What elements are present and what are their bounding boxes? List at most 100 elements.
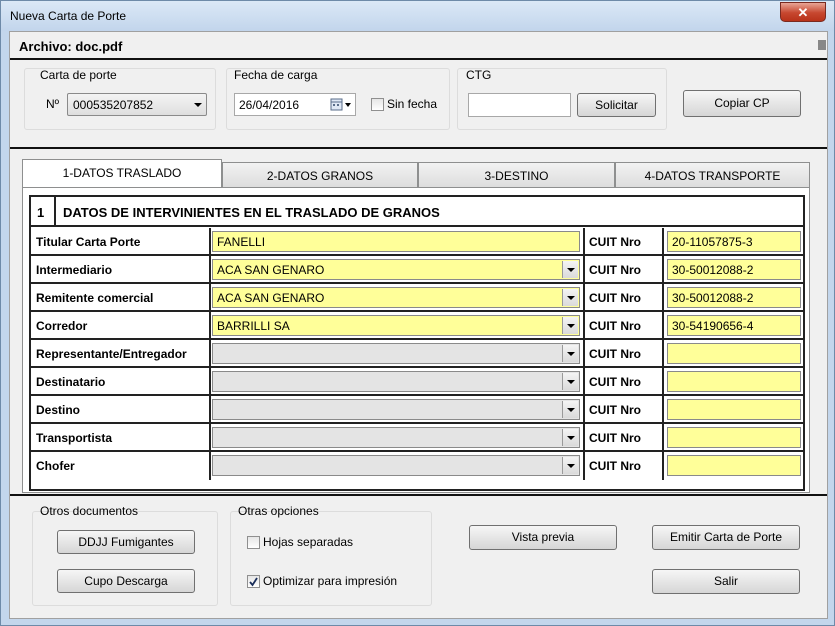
- column-divider: [583, 256, 585, 284]
- carta-porte-number-dropdown[interactable]: 000535207852: [67, 93, 207, 116]
- solicitar-button[interactable]: Solicitar: [577, 93, 656, 117]
- chevron-down-icon: [194, 103, 202, 107]
- row-label: Intermediario: [36, 263, 113, 277]
- titular-input[interactable]: FANELLI: [212, 231, 580, 252]
- row-label: Corredor: [36, 319, 88, 333]
- bottom-divider: [10, 494, 827, 496]
- main-window: Nueva Carta de Porte ✕ Archivo: doc.pdf …: [0, 0, 835, 626]
- fecha-de-carga-value: 26/04/2016: [239, 98, 300, 112]
- column-divider: [662, 452, 664, 480]
- copiar-cp-button[interactable]: Copiar CP: [683, 90, 801, 117]
- cuit-label: CUIT Nro: [589, 347, 641, 361]
- dropdown-button[interactable]: [562, 401, 578, 418]
- archivo-label: Archivo: doc.pdf: [19, 39, 123, 54]
- chevron-down-icon: [567, 408, 575, 412]
- interviniente-dropdown[interactable]: ACA SAN GENARO: [212, 259, 580, 280]
- column-divider: [209, 312, 211, 340]
- cuit-value: 30-50012088-2: [672, 263, 754, 277]
- row-label: Titular Carta Porte: [36, 235, 141, 249]
- cuit-input[interactable]: [667, 343, 801, 364]
- row-label: Destino: [36, 403, 81, 417]
- tab-datos-traslado[interactable]: 1-DATOS TRASLADO: [22, 159, 222, 188]
- column-divider: [662, 368, 664, 396]
- dropdown-button[interactable]: [562, 373, 578, 390]
- chevron-down-icon: [567, 296, 575, 300]
- column-divider: [662, 340, 664, 368]
- emitir-carta-de-porte-button[interactable]: Emitir Carta de Porte: [652, 525, 800, 550]
- dropdown-button[interactable]: [562, 429, 578, 446]
- column-divider: [209, 340, 211, 368]
- column-divider: [583, 452, 585, 480]
- ctg-group-label: CTG: [466, 68, 492, 82]
- column-divider: [209, 452, 211, 480]
- intervinientes-grid: 1 DATOS DE INTERVINIENTES EN EL TRASLADO…: [29, 195, 805, 491]
- interviniente-value: FANELLI: [217, 235, 266, 249]
- chevron-down-icon: [567, 380, 575, 384]
- row-label: Representante/Entregador: [36, 347, 187, 361]
- interviniente-dropdown[interactable]: [212, 455, 580, 476]
- dropdown-button[interactable]: [562, 345, 578, 362]
- otros-documentos-label: Otros documentos: [40, 504, 139, 518]
- dropdown-button[interactable]: [562, 289, 578, 306]
- section-number: 1: [37, 205, 45, 220]
- hojas-separadas-checkbox[interactable]: [247, 536, 260, 549]
- chevron-down-icon: [567, 324, 575, 328]
- interviniente-row: Representante/Entregador CUIT Nro: [31, 340, 803, 368]
- title-bar[interactable]: Nueva Carta de Porte ✕: [1, 1, 834, 31]
- tab-destino[interactable]: 3-DESTINO: [418, 162, 615, 189]
- section-header: 1 DATOS DE INTERVINIENTES EN EL TRASLADO…: [31, 197, 803, 227]
- sin-fecha-label: Sin fecha: [387, 97, 438, 111]
- cuit-input[interactable]: [667, 427, 801, 448]
- cuit-label: CUIT Nro: [589, 431, 641, 445]
- interviniente-value: ACA SAN GENARO: [217, 291, 325, 305]
- tab-datos-transporte[interactable]: 4-DATOS TRANSPORTE: [615, 162, 810, 189]
- optimizar-impresion-label: Optimizar para impresión: [263, 574, 398, 588]
- interviniente-row: Transportista CUIT Nro: [31, 424, 803, 452]
- column-divider: [662, 256, 664, 284]
- cuit-input[interactable]: [667, 371, 801, 392]
- optimizar-impresion-checkbox[interactable]: [247, 575, 260, 588]
- interviniente-value: ACA SAN GENARO: [217, 263, 325, 277]
- ctg-input[interactable]: [468, 93, 571, 117]
- cuit-input[interactable]: 30-50012088-2: [667, 287, 801, 308]
- tab-datos-granos[interactable]: 2-DATOS GRANOS: [222, 162, 418, 189]
- ddjj-fumigantes-button[interactable]: DDJJ Fumigantes: [57, 530, 195, 554]
- close-button[interactable]: ✕: [780, 2, 826, 22]
- cuit-input[interactable]: [667, 399, 801, 420]
- interviniente-row: Intermediario ACA SAN GENARO CUIT Nro 30-50…: [31, 256, 803, 284]
- row-label: Remitente comercial: [36, 291, 154, 305]
- interviniente-dropdown[interactable]: BARRILLI SA: [212, 315, 580, 336]
- fecha-de-carga-picker[interactable]: 26/04/2016: [234, 93, 356, 116]
- cupo-descarga-button[interactable]: Cupo Descarga: [57, 569, 195, 593]
- interviniente-dropdown[interactable]: [212, 399, 580, 420]
- vista-previa-button[interactable]: Vista previa: [469, 525, 617, 550]
- column-divider: [662, 312, 664, 340]
- cuit-input[interactable]: 30-54190656-4: [667, 315, 801, 336]
- column-divider: [209, 256, 211, 284]
- chevron-down-icon: [567, 464, 575, 468]
- cuit-label: CUIT Nro: [589, 291, 641, 305]
- cuit-input[interactable]: [667, 455, 801, 476]
- column-divider: [209, 368, 211, 396]
- scroll-grip[interactable]: [818, 40, 826, 50]
- otras-opciones-label: Otras opciones: [238, 504, 319, 518]
- interviniente-dropdown[interactable]: [212, 371, 580, 392]
- dropdown-button[interactable]: [562, 317, 578, 334]
- carta-porte-number-value: 000535207852: [73, 98, 154, 112]
- salir-button[interactable]: Salir: [652, 569, 800, 594]
- chevron-down-icon: [567, 436, 575, 440]
- interviniente-dropdown[interactable]: [212, 343, 580, 364]
- column-divider: [209, 396, 211, 424]
- cuit-input[interactable]: 20-11057875-3: [667, 231, 801, 252]
- column-divider: [662, 396, 664, 424]
- cuit-input[interactable]: 30-50012088-2: [667, 259, 801, 280]
- checkmark-icon: [249, 577, 258, 587]
- calendar-icon[interactable]: [330, 98, 354, 112]
- interviniente-dropdown[interactable]: [212, 427, 580, 448]
- sin-fecha-checkbox[interactable]: [371, 98, 384, 111]
- interviniente-dropdown[interactable]: ACA SAN GENARO: [212, 287, 580, 308]
- dropdown-button[interactable]: [562, 261, 578, 278]
- column-divider: [583, 228, 585, 256]
- dropdown-button[interactable]: [562, 457, 578, 474]
- hojas-separadas-label: Hojas separadas: [263, 535, 354, 549]
